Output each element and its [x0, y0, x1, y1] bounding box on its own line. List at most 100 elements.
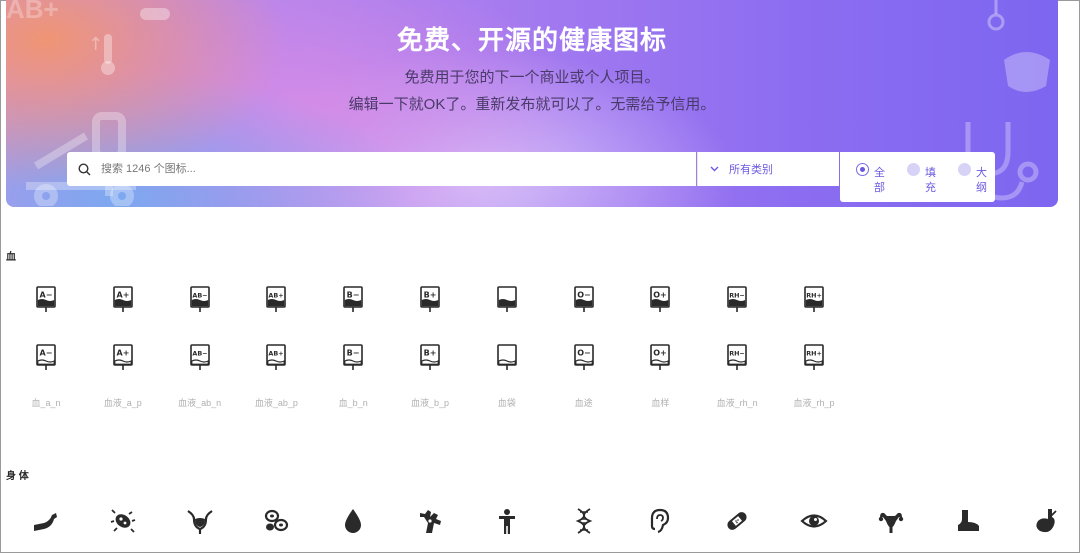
search-bar	[67, 152, 696, 186]
blood-bag-filled-icon: O+	[650, 286, 671, 312]
svg-text:B−: B−	[347, 349, 360, 358]
icon-caption: 血液_rh_n	[716, 398, 758, 408]
blood-bag-filled-icon: RH−	[727, 286, 747, 312]
bladder-icon	[186, 510, 213, 534]
svg-text:AB−: AB−	[192, 350, 207, 358]
svg-text:B−: B−	[347, 291, 360, 300]
icon-tile[interactable]: A+	[108, 284, 138, 314]
body-icon	[498, 509, 515, 534]
icon-caption: 血_a_n	[31, 398, 61, 408]
icon-tile[interactable]: O−	[569, 342, 599, 372]
icon-tile[interactable]: O−	[569, 284, 599, 314]
svg-text:B+: B+	[424, 349, 437, 358]
filter-option-all[interactable]: 全 部	[840, 152, 891, 202]
blood-bag-outline-icon: A+	[112, 344, 133, 370]
bacteria-icon	[110, 509, 136, 533]
radio-unselected-icon	[958, 163, 971, 176]
category-dropdown[interactable]: 所有类别	[697, 152, 839, 186]
search-icon	[67, 162, 101, 176]
svg-text:RH+: RH+	[806, 350, 822, 358]
filter-option-outline[interactable]: 大 纲	[942, 152, 993, 202]
icon-tile[interactable]	[492, 342, 522, 372]
blood-bag-filled-icon: AB−	[189, 286, 210, 312]
blood-bag-outline-icon: B+	[420, 344, 440, 370]
icon-tile[interactable]	[569, 506, 599, 536]
category-dropdown-label: 所有类别	[729, 164, 773, 176]
icon-tile[interactable]: B−	[338, 284, 368, 314]
icon-tile[interactable]: AB−	[185, 284, 215, 314]
blood-bag-outline-icon: O−	[573, 344, 594, 370]
svg-text:A+: A+	[116, 291, 129, 300]
icon-tile[interactable]	[645, 506, 675, 536]
icon-tile[interactable]	[185, 506, 215, 536]
blood-bag-filled-icon: O−	[573, 286, 594, 312]
blood-bag-filled-icon: RH+	[804, 286, 824, 312]
icon-tile[interactable]: RH−	[722, 342, 752, 372]
search-input[interactable]	[101, 163, 661, 175]
blood-bag-filled-icon: A+	[112, 286, 133, 312]
icon-tile[interactable]	[876, 506, 906, 536]
icon-caption: 血途	[574, 398, 593, 408]
chevron-down-icon	[710, 163, 719, 175]
svg-text:A+: A+	[116, 349, 129, 358]
icon-tile[interactable]	[799, 506, 829, 536]
blood-bag-outline-icon: RH−	[727, 344, 747, 370]
icon-caption: 血液_ab_n	[178, 398, 222, 408]
svg-text:RH−: RH−	[729, 350, 745, 358]
radio-selected-icon	[856, 163, 869, 176]
icon-caption: 血液_ab_p	[254, 398, 298, 408]
icon-tile[interactable]	[108, 506, 138, 536]
icon-tile[interactable]: AB+	[261, 284, 291, 314]
section-title-body: 身 体	[6, 471, 29, 482]
icon-tile[interactable]	[492, 506, 522, 536]
icon-tile[interactable]	[953, 506, 983, 536]
icon-tile[interactable]: O+	[645, 342, 675, 372]
ear-icon	[651, 508, 670, 534]
icon-tile[interactable]: B+	[415, 284, 445, 314]
blood-bag-filled-icon	[496, 286, 517, 312]
filter-option-label: 填	[925, 167, 936, 179]
page-title: 免费、开源的健康图标	[396, 25, 667, 55]
uterus-icon	[878, 512, 903, 533]
icon-tile[interactable]: A−	[31, 284, 61, 314]
icon-caption: 血样	[651, 398, 670, 408]
svg-text:A−: A−	[40, 291, 53, 300]
icon-tile[interactable]: AB+	[261, 342, 291, 372]
icon-tile[interactable]	[492, 284, 522, 314]
svg-text:AB+: AB+	[269, 292, 284, 300]
icon-tile[interactable]: B+	[415, 342, 445, 372]
icon-tile[interactable]	[722, 506, 752, 536]
blood-bag-outline-icon: RH+	[804, 344, 824, 370]
svg-text:RH+: RH+	[806, 292, 822, 300]
icon-tile[interactable]: RH+	[799, 284, 829, 314]
svg-text:O−: O−	[577, 291, 591, 300]
icon-caption: 血_b_n	[338, 398, 368, 408]
blood-bag-outline-icon: A−	[36, 344, 56, 370]
icon-tile[interactable]: A+	[108, 342, 138, 372]
icon-tile[interactable]	[261, 506, 291, 536]
icon-tile[interactable]	[1029, 506, 1059, 536]
blood-bag-outline-icon: B−	[343, 344, 363, 370]
icon-tile[interactable]: RH+	[799, 342, 829, 372]
blood-bag-outline-icon: AB+	[266, 344, 287, 370]
icon-caption: 血液_rh_p	[793, 398, 835, 408]
icon-tile[interactable]	[338, 506, 368, 536]
icon-tile[interactable]	[415, 506, 445, 536]
icon-tile[interactable]: A−	[31, 342, 61, 372]
bandage-icon	[727, 512, 747, 530]
blood-bag-filled-icon: AB+	[266, 286, 287, 312]
svg-text:A−: A−	[40, 349, 53, 358]
style-filter-radio-group: 全 部 填 充 大 纲	[840, 152, 995, 202]
icon-tile[interactable]: RH−	[722, 284, 752, 314]
icon-tile[interactable]: B−	[338, 342, 368, 372]
blood-bag-filled-icon: B+	[420, 286, 440, 312]
icon-tile[interactable]: O+	[645, 284, 675, 314]
icon-tile[interactable]: AB−	[185, 342, 215, 372]
filter-option-filled[interactable]: 填 充	[891, 152, 942, 202]
svg-text:B+: B+	[424, 291, 437, 300]
blood-bag-filled-icon: B−	[343, 286, 363, 312]
filter-option-label: 大	[976, 167, 987, 179]
eye-icon	[800, 514, 828, 528]
svg-text:AB−: AB−	[192, 292, 207, 300]
icon-tile[interactable]	[31, 506, 61, 536]
